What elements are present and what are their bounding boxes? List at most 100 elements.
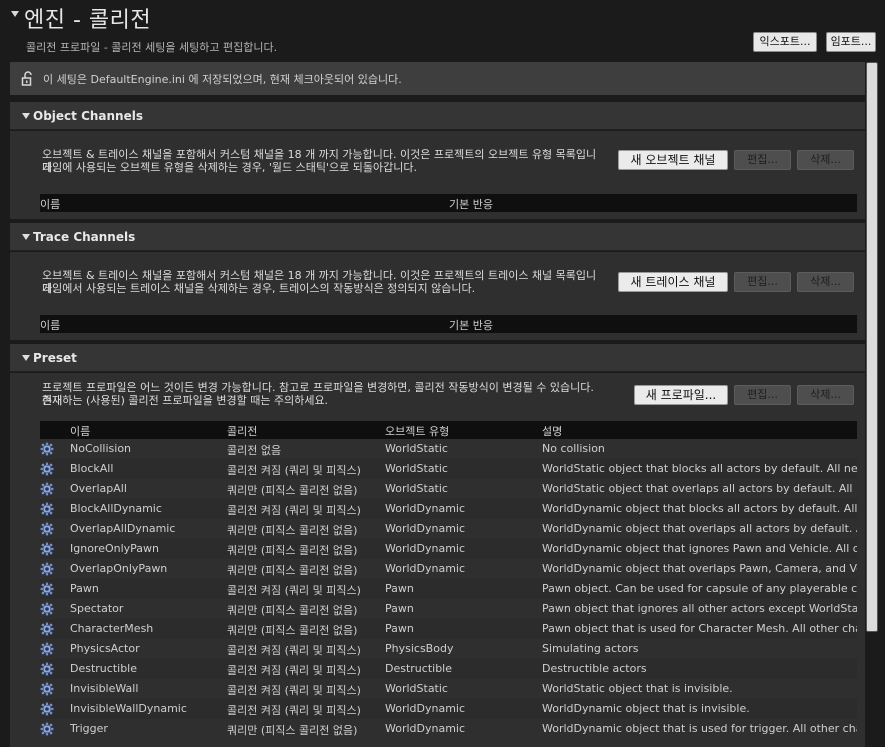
collapse-triangle-icon[interactable] — [22, 234, 30, 240]
profile-description: WorldStatic object that blocks all actor… — [542, 462, 857, 475]
table-row[interactable]: OverlapAll 쿼리만 (피직스 콜리전 없음) WorldStatic Wor… — [40, 479, 857, 499]
profile-name: PhysicsActor — [70, 642, 140, 655]
profile-description: WorldDynamic object that overlaps all ac… — [542, 522, 857, 535]
section-title: Trace Channels — [33, 230, 136, 244]
section-header-preset[interactable]: Preset — [10, 344, 865, 372]
table-row[interactable]: BlockAll 콜리전 켜짐 (쿼리 및 피직스) WorldStatic Worl… — [40, 459, 857, 479]
profile-description: WorldDynamic object that is used for tri… — [542, 722, 857, 735]
collision-setting: 콜리전 켜짐 (쿼리 및 피직스) — [227, 584, 361, 597]
table-row[interactable]: PhysicsActor 콜리전 켜짐 (쿼리 및 피직스) PhysicsBody… — [40, 639, 857, 659]
profile-description: Simulating actors — [542, 642, 639, 655]
gear-icon — [40, 562, 54, 576]
preset-table: 이름 콜리전 오브젝트 유형 설명 NoCollision 콜리전 없음 World… — [40, 421, 857, 747]
profile-name: BlockAll — [70, 462, 114, 475]
profile-description: Pawn object. Can be used for capsule of … — [542, 582, 857, 595]
collapse-triangle-icon[interactable] — [22, 355, 30, 361]
object-type: Pawn — [385, 582, 414, 595]
profile-name: Trigger — [70, 722, 108, 735]
profile-description: Pawn object that ignores all other actor… — [542, 602, 857, 615]
column-name: 이름 — [40, 319, 61, 332]
collapse-triangle-icon[interactable] — [11, 11, 19, 17]
table-row[interactable]: BlockAllDynamic 콜리전 켜짐 (쿼리 및 피직스) WorldDyn… — [40, 499, 857, 519]
collision-setting: 쿼리만 (피직스 콜리전 없음) — [227, 564, 358, 577]
page-title: 엔진 - 콜리전 — [24, 8, 152, 33]
object-type: WorldDynamic — [385, 722, 466, 735]
export-button[interactable]: 익스포트... — [753, 32, 817, 52]
collision-setting: 쿼리만 (피직스 콜리전 없음) — [227, 484, 358, 497]
table-row[interactable]: Destructible 콜리전 켜짐 (쿼리 및 피직스) Destructibl… — [40, 659, 857, 679]
object-type: Pawn — [385, 622, 414, 635]
new-profile-button[interactable]: 새 프로파일... — [634, 385, 728, 405]
profile-description: Pawn object that is used for Character M… — [542, 622, 857, 635]
banner-text: 이 세팅은 DefaultEngine.ini 에 저장되었으며, 현재 체크아… — [43, 73, 402, 86]
unlocked-lock-icon — [21, 71, 32, 86]
object-channels-table-header: 이름 기본 반응 — [40, 194, 857, 212]
object-type: WorldDynamic — [385, 542, 466, 555]
delete-button[interactable]: 삭제... — [797, 150, 854, 170]
profile-name: Spectator — [70, 602, 124, 615]
gear-icon — [40, 542, 54, 556]
profile-description: WorldDynamic object that blocks all acto… — [542, 502, 857, 515]
collision-setting: 쿼리만 (피직스 콜리전 없음) — [227, 604, 358, 617]
edit-button[interactable]: 편집... — [734, 272, 791, 292]
object-type: WorldDynamic — [385, 502, 466, 515]
description-line: 존재하는 (사용된) 콜리전 프로파일을 변경할 때는 주의하세요. — [42, 394, 329, 407]
edit-button[interactable]: 편집... — [734, 150, 791, 170]
object-type: Pawn — [385, 602, 414, 615]
profile-name: OverlapAll — [70, 482, 127, 495]
gear-icon — [40, 522, 54, 536]
profile-description: WorldDynamic object that overlaps Pawn, … — [542, 562, 857, 575]
profile-description: No collision — [542, 442, 605, 455]
section-header-trace-channels[interactable]: Trace Channels — [10, 223, 865, 251]
section-title: Preset — [33, 351, 77, 365]
gear-icon — [40, 722, 54, 736]
vertical-scrollbar[interactable] — [866, 62, 878, 632]
import-button[interactable]: 임포트... — [826, 32, 876, 52]
table-row[interactable]: OverlapOnlyPawn 쿼리만 (피직스 콜리전 없음) WorldDyna… — [40, 559, 857, 579]
collision-setting: 쿼리만 (피직스 콜리전 없음) — [227, 524, 358, 537]
profile-name: BlockAllDynamic — [70, 502, 162, 515]
table-row[interactable]: Pawn 콜리전 켜짐 (쿼리 및 피직스) Pawn Pawn object. Ca… — [40, 579, 857, 599]
section-title: Object Channels — [33, 109, 143, 123]
info-banner: 이 세팅은 DefaultEngine.ini 에 저장되었으며, 현재 체크아… — [10, 62, 865, 95]
table-row[interactable]: NoCollision 콜리전 없음 WorldStatic No collision — [40, 439, 857, 459]
collapse-triangle-icon[interactable] — [22, 113, 30, 119]
table-row[interactable]: Spectator 쿼리만 (피직스 콜리전 없음) Pawn Pawn object… — [40, 599, 857, 619]
object-type: WorldDynamic — [385, 562, 466, 575]
table-row[interactable]: CharacterMesh 쿼리만 (피직스 콜리전 없음) Pawn Pawn ob… — [40, 619, 857, 639]
profile-name: CharacterMesh — [70, 622, 154, 635]
description-line: 게임에 사용되는 오브젝트 유형을 삭제하는 경우, '월드 스태틱'으로 되돌… — [42, 161, 417, 174]
section-header-object-channels[interactable]: Object Channels — [10, 102, 865, 130]
gear-icon — [40, 662, 54, 676]
table-row[interactable]: InvisibleWall 콜리전 켜짐 (쿼리 및 피직스) WorldStati… — [40, 679, 857, 699]
title-area: 엔진 - 콜리전 콜리전 프로파일 - 콜리전 세팅을 세팅하고 편집합니다. … — [0, 0, 885, 60]
profile-description: WorldStatic object that is invisible. — [542, 682, 733, 695]
collision-setting: 쿼리만 (피직스 콜리전 없음) — [227, 624, 358, 637]
profile-name: OverlapOnlyPawn — [70, 562, 168, 575]
column-description: 설명 — [542, 425, 563, 438]
table-row[interactable]: Trigger 쿼리만 (피직스 콜리전 없음) WorldDynamic World… — [40, 719, 857, 739]
gear-icon — [40, 582, 54, 596]
profile-name: InvisibleWall — [70, 682, 139, 695]
collision-setting: 콜리전 없음 — [227, 444, 282, 457]
new-object-channel-button[interactable]: 새 오브젝트 채널 — [618, 150, 728, 170]
gear-icon — [40, 602, 54, 616]
profile-description: WorldStatic object that overlaps all act… — [542, 482, 857, 495]
delete-button[interactable]: 삭제... — [797, 272, 854, 292]
column-name: 이름 — [70, 425, 91, 438]
object-type: WorldDynamic — [385, 522, 466, 535]
column-collision: 콜리전 — [227, 425, 258, 438]
profile-description: WorldDynamic object that is invisible. — [542, 702, 750, 715]
profile-name: OverlapAllDynamic — [70, 522, 176, 535]
table-row[interactable]: IgnoreOnlyPawn 쿼리만 (피직스 콜리전 없음) WorldDynam… — [40, 539, 857, 559]
description-line: 게임에서 사용되는 트레이스 채널을 삭제하는 경우, 트레이스의 작동방식은 … — [42, 282, 476, 295]
object-type: WorldStatic — [385, 442, 448, 455]
table-row[interactable]: OverlapAllDynamic 쿼리만 (피직스 콜리전 없음) WorldDy… — [40, 519, 857, 539]
delete-button[interactable]: 삭제... — [797, 385, 854, 405]
edit-button[interactable]: 편집... — [734, 385, 791, 405]
table-row[interactable]: InvisibleWallDynamic 콜리전 켜짐 (쿼리 및 피직스) Wor… — [40, 699, 857, 719]
gear-icon — [40, 702, 54, 716]
new-trace-channel-button[interactable]: 새 트레이스 채널 — [618, 272, 728, 292]
collision-setting: 콜리전 켜짐 (쿼리 및 피직스) — [227, 464, 361, 477]
profile-name: InvisibleWallDynamic — [70, 702, 187, 715]
